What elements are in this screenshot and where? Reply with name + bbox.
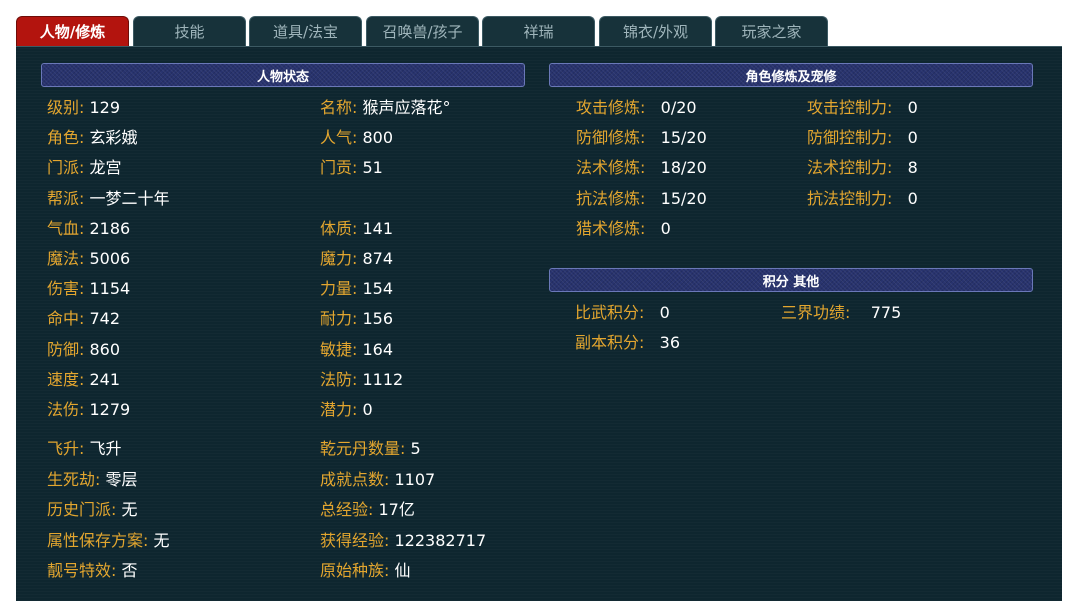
stat-level: 级别: 129: [47, 98, 121, 117]
status-section-header: 人物状态: [41, 63, 525, 87]
stat-achievement-points: 成就点数: 1107: [320, 470, 436, 489]
stat-sect-contribution: 门贡: 51: [320, 158, 383, 177]
stat-damage: 伤害: 1154: [47, 279, 131, 298]
cultivation-attack: 攻击修炼: 0/20: [576, 98, 697, 117]
stat-qianyuan-pills: 乾元丹数量: 5: [320, 439, 421, 458]
stat-vanity-id-effect: 靓号特效: 否: [47, 561, 138, 580]
stat-ascension: 飞升: 飞升: [47, 439, 122, 458]
tab-costume-appearance[interactable]: 锦衣/外观: [599, 16, 712, 46]
stat-strength: 力量: 154: [320, 279, 394, 298]
stat-name: 名称: 猴声应落花°: [320, 98, 451, 117]
stat-mp: 魔法: 5006: [47, 249, 131, 268]
tab-skills[interactable]: 技能: [133, 16, 246, 46]
stat-constitution: 体质: 141: [320, 219, 394, 238]
stat-guild: 帮派: 一梦二十年: [47, 189, 170, 208]
tab-player-home[interactable]: 玩家之家: [715, 16, 828, 46]
control-magic: 法术控制力: 8: [807, 158, 918, 177]
realm-merit: 三界功绩: 775: [781, 303, 902, 322]
control-magic-resist: 抗法控制力: 0: [807, 189, 918, 208]
stat-speed: 速度: 241: [47, 370, 121, 389]
stat-hp: 气血: 2186: [47, 219, 131, 238]
stat-popularity: 人气: 800: [320, 128, 394, 147]
control-attack: 攻击控制力: 0: [807, 98, 918, 117]
stat-magic-power: 魔力: 874: [320, 249, 394, 268]
stat-history-sect: 历史门派: 无: [47, 500, 138, 519]
stat-endurance: 耐力: 156: [320, 309, 394, 328]
stat-potential: 潜力: 0: [320, 400, 373, 419]
stat-agility: 敏捷: 164: [320, 340, 394, 359]
cultivation-defense: 防御修炼: 15/20: [576, 128, 707, 147]
tab-auspicious[interactable]: 祥瑞: [482, 16, 595, 46]
stat-defense: 防御: 860: [47, 340, 121, 359]
cultivation-magic: 法术修炼: 18/20: [576, 158, 707, 177]
cultivation-section-header: 角色修炼及宠修: [549, 63, 1033, 87]
arena-points: 比武积分: 0: [575, 303, 670, 322]
stat-role: 角色: 玄彩娥: [47, 128, 138, 147]
stat-magic-damage: 法伤: 1279: [47, 400, 131, 419]
stat-attribute-scheme: 属性保存方案: 无: [47, 531, 170, 550]
stat-magic-defense: 法防: 1112: [320, 370, 404, 389]
dungeon-points: 副本积分: 36: [575, 333, 681, 352]
content-panel: 人物状态 级别: 129 角色: 玄彩娥 门派: 龙宫 帮派: 一梦二十年 气血…: [16, 46, 1062, 601]
tab-bar: 人物/修炼 技能 道具/法宝 召唤兽/孩子 祥瑞 锦衣/外观 玩家之家: [16, 16, 1062, 47]
cultivation-magic-resist: 抗法修炼: 15/20: [576, 189, 707, 208]
stat-hit: 命中: 742: [47, 309, 121, 328]
stat-total-experience: 总经验: 17亿: [320, 500, 415, 519]
control-defense: 防御控制力: 0: [807, 128, 918, 147]
stat-gained-experience: 获得经验: 122382717: [320, 531, 487, 550]
points-section-header: 积分 其他: [549, 268, 1033, 292]
tab-character-cultivation[interactable]: 人物/修炼: [16, 16, 129, 46]
stat-life-death-tribulation: 生死劫: 零层: [47, 470, 138, 489]
tab-summons-children[interactable]: 召唤兽/孩子: [366, 16, 479, 46]
cultivation-hunting: 猎术修炼: 0: [576, 219, 671, 238]
tab-items-treasures[interactable]: 道具/法宝: [249, 16, 362, 46]
stat-original-race: 原始种族: 仙: [320, 561, 411, 580]
stat-sect: 门派: 龙宫: [47, 158, 122, 177]
